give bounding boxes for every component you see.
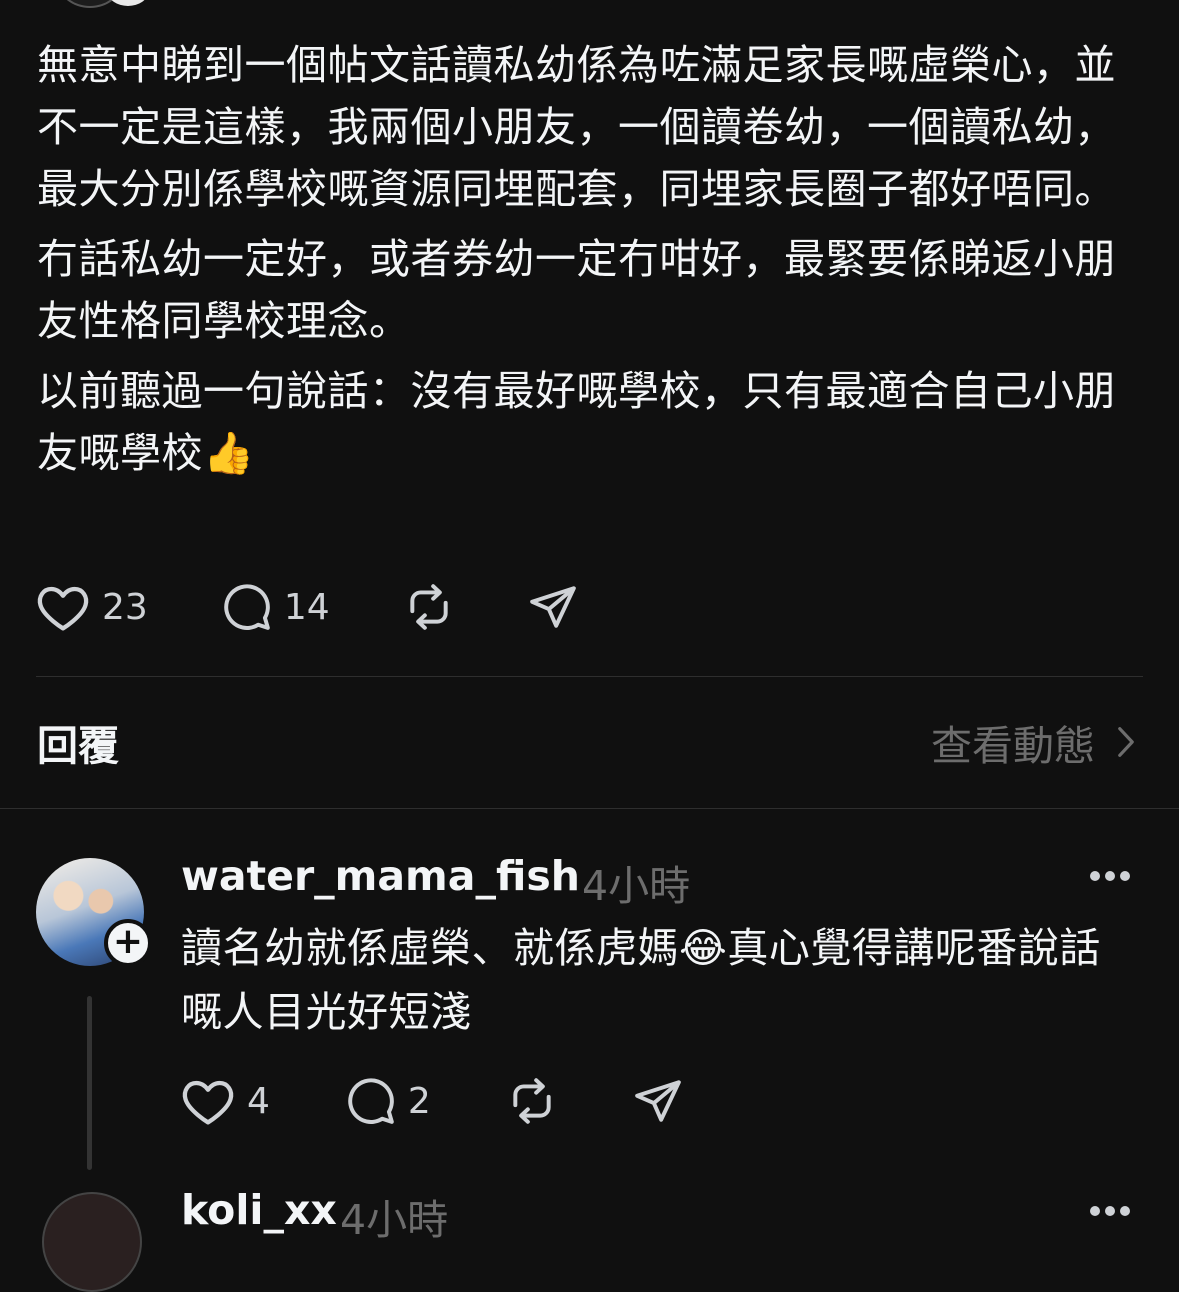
post-paragraph: 無意中睇到一個帖文話讀私幼係為咗滿足家長嘅虛榮心，並不一定是這樣，我兩個小朋友，… bbox=[37, 41, 1116, 213]
send-icon bbox=[529, 586, 576, 628]
previous-follow-badge bbox=[108, 0, 148, 6]
reply-username[interactable]: koli_xx bbox=[181, 1186, 337, 1234]
reply-actions: 4 2 bbox=[181, 1076, 683, 1126]
comment-bubble-icon bbox=[348, 1078, 394, 1124]
like-count: 4 bbox=[247, 1080, 270, 1122]
avatar[interactable] bbox=[42, 1192, 142, 1292]
heart-icon bbox=[182, 1080, 234, 1125]
more-dots-icon[interactable] bbox=[1088, 1204, 1132, 1218]
comment-count: 2 bbox=[407, 1080, 431, 1122]
post-paragraph: 冇話私幼一定好，或者券幼一定冇咁好，最緊要係睇返小朋友性格同學校理念。 bbox=[37, 235, 1116, 345]
comment-button[interactable]: 14 bbox=[222, 582, 330, 632]
reply-timestamp: 4小時 bbox=[582, 862, 691, 910]
replies-header: 回覆 bbox=[37, 722, 119, 770]
like-count: 23 bbox=[102, 586, 148, 628]
like-button[interactable]: 4 bbox=[181, 1076, 270, 1126]
like-button[interactable]: 23 bbox=[36, 582, 148, 632]
share-button[interactable] bbox=[528, 582, 578, 632]
post-paragraph: 以前聽過一句說話：沒有最好嘅學校，只有最適合自己小朋友嘅學校👍 bbox=[37, 367, 1116, 477]
view-activity-link[interactable]: 查看動態 bbox=[931, 712, 1135, 772]
repost-button[interactable] bbox=[507, 1076, 557, 1126]
chevron-right-icon bbox=[1118, 727, 1134, 757]
heart-icon bbox=[37, 586, 89, 631]
more-dots-icon[interactable] bbox=[1088, 869, 1132, 883]
post-actions: 23 14 bbox=[36, 582, 578, 632]
comment-bubble-icon bbox=[224, 584, 270, 630]
divider bbox=[36, 676, 1143, 677]
reply-username[interactable]: water_mama_fish bbox=[181, 852, 580, 900]
post-body: 無意中睇到一個帖文話讀私幼係為咗滿足家長嘅虛榮心，並不一定是這樣，我兩個小朋友，… bbox=[37, 34, 1147, 492]
repost-button[interactable] bbox=[404, 582, 454, 632]
reply-text: 讀名幼就係虛榮、就係虎媽😂真心覺得講呢番說話嘅人目光好短淺 bbox=[181, 924, 1101, 1036]
reply-timestamp: 4小時 bbox=[340, 1196, 449, 1244]
thread-line bbox=[87, 996, 92, 1170]
repost-icon bbox=[409, 584, 448, 630]
comment-button[interactable]: 2 bbox=[346, 1076, 431, 1126]
view-activity-label: 查看動態 bbox=[931, 722, 1095, 770]
comment-count: 14 bbox=[283, 586, 330, 628]
section-divider bbox=[0, 808, 1179, 809]
repost-icon bbox=[513, 1078, 551, 1124]
plus-icon[interactable]: + bbox=[104, 919, 152, 967]
share-button[interactable] bbox=[633, 1076, 683, 1126]
send-icon bbox=[635, 1080, 681, 1122]
